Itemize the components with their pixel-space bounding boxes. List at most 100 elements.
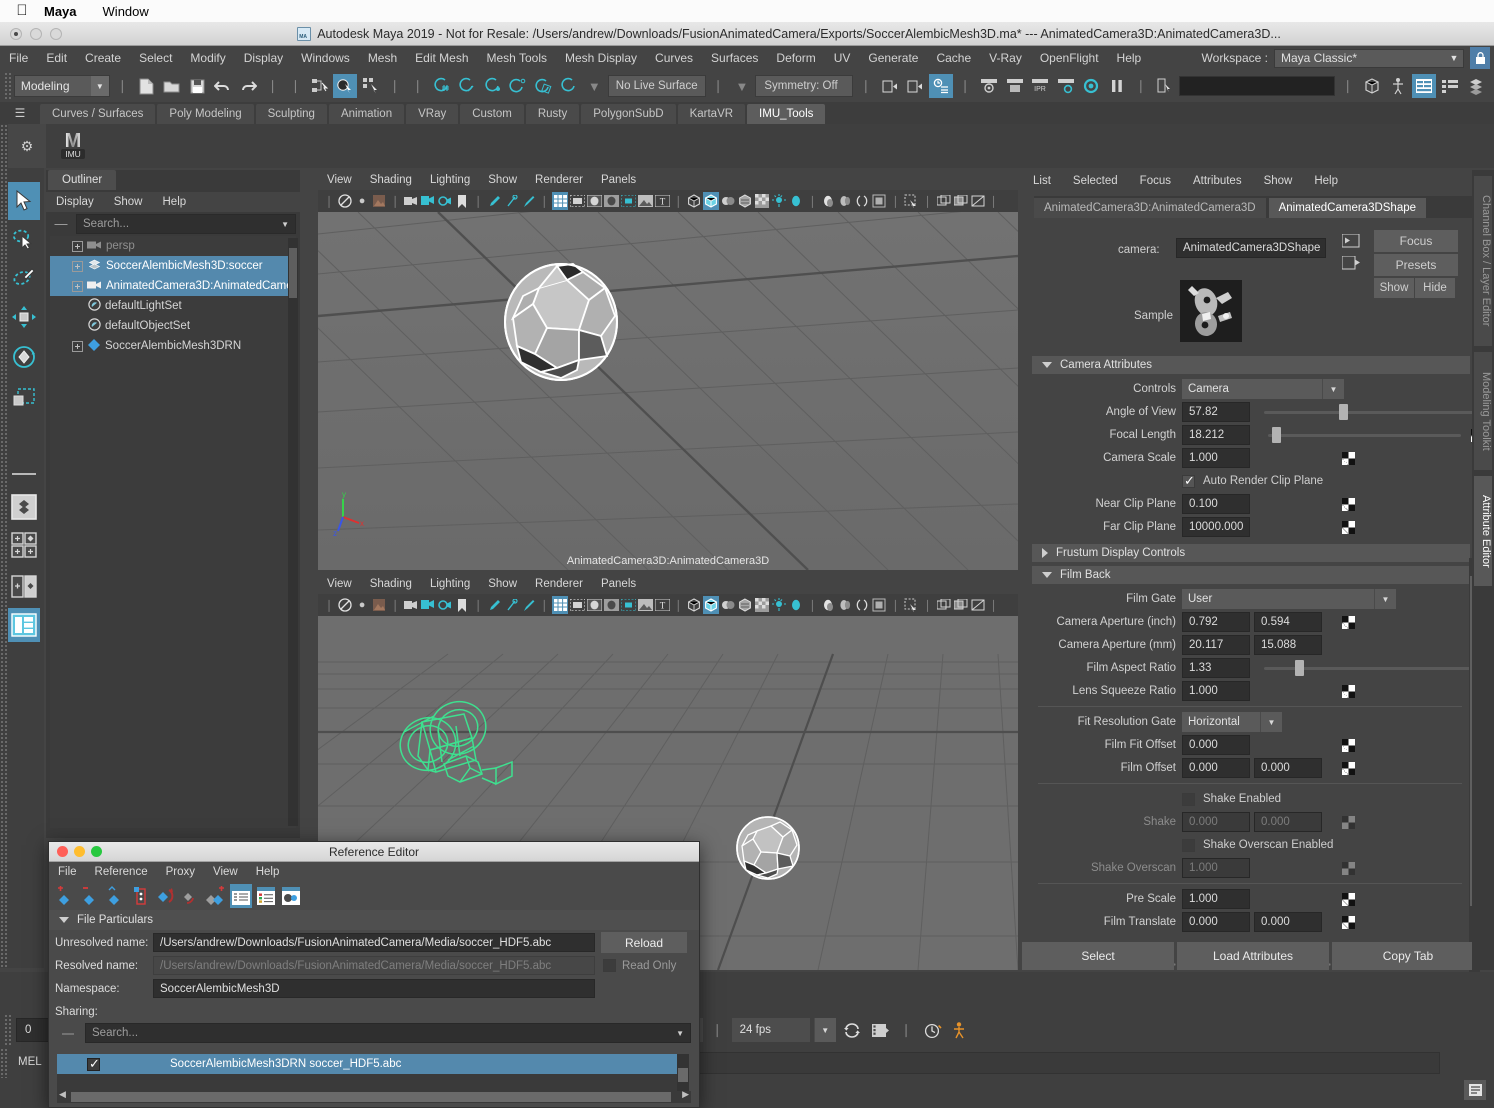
shelf-menu-icon[interactable]: ☰: [0, 102, 40, 124]
camera-toggle-icon[interactable]: [437, 596, 453, 614]
menu-windows[interactable]: Windows: [292, 46, 359, 70]
controls-select[interactable]: Camera: [1182, 379, 1322, 399]
four-pane-layout-icon[interactable]: [8, 526, 40, 564]
mac-app-name[interactable]: Maya: [44, 4, 93, 19]
make-live-icon[interactable]: [557, 74, 580, 98]
menu-edit-mesh[interactable]: Edit Mesh: [406, 46, 477, 70]
shadows-icon[interactable]: [820, 192, 836, 210]
isolate-select-icon[interactable]: [903, 192, 919, 210]
auto-keyframe-icon[interactable]: [868, 1018, 892, 1042]
menu-mesh[interactable]: Mesh: [359, 46, 406, 70]
viewport-menu-lighting[interactable]: Lighting: [421, 174, 479, 186]
bookmark-icon[interactable]: [454, 192, 470, 210]
chevron-down-icon[interactable]: ▼: [1322, 379, 1344, 399]
rotate-tool-icon[interactable]: [8, 338, 40, 376]
textured-icon[interactable]: [737, 192, 753, 210]
reload-button[interactable]: Reload: [601, 932, 687, 953]
outliner-tab[interactable]: Outliner: [48, 170, 117, 190]
outliner-persp-layout-icon[interactable]: [8, 608, 40, 642]
paint-effects-icon[interactable]: [520, 596, 536, 614]
film-translate-x-input[interactable]: 0.000: [1182, 912, 1250, 932]
outliner-item-defaultlightset[interactable]: defaultLightSet: [50, 296, 296, 316]
ipr-render-icon[interactable]: IPR: [1029, 74, 1052, 98]
pre-scale-animate-icon[interactable]: [1342, 892, 1355, 906]
viewport-menu-panels[interactable]: Panels: [592, 174, 645, 186]
ik-handle-icon[interactable]: [503, 596, 519, 614]
duplicate-reference-icon[interactable]: [205, 884, 227, 908]
menu-modify[interactable]: Modify: [181, 46, 234, 70]
bookmark-camera-icon[interactable]: [420, 192, 436, 210]
viewport-menu-lighting[interactable]: Lighting: [421, 578, 479, 590]
chevron-down-icon[interactable]: ▼: [731, 79, 754, 94]
lens-squeeze-ratio-input[interactable]: 1.000: [1182, 681, 1250, 701]
isolate-select-icon[interactable]: [903, 596, 919, 614]
ae-menu-attributes[interactable]: Attributes: [1182, 175, 1253, 187]
ae-select-button[interactable]: Select: [1022, 942, 1174, 970]
hypershade-icon[interactable]: [1079, 74, 1102, 98]
command-drag-handle[interactable]: [0, 1048, 8, 1078]
camera-aperture-mm-y-input[interactable]: 15.088: [1254, 635, 1322, 655]
file-particulars-section-header[interactable]: File Particulars: [49, 910, 699, 930]
chevron-down-icon[interactable]: ▼: [1374, 589, 1396, 609]
maximize-button[interactable]: [50, 27, 62, 40]
resolution-gate-icon[interactable]: [586, 192, 602, 210]
mac-menu-window[interactable]: Window: [93, 4, 159, 19]
menu-display[interactable]: Display: [235, 46, 292, 70]
minimize-icon[interactable]: [74, 846, 85, 857]
ambient-occlusion-icon[interactable]: [837, 192, 853, 210]
menu-cache[interactable]: Cache: [927, 46, 980, 70]
animation-settings-character-icon[interactable]: [949, 1018, 973, 1042]
shelf-tab-kartavr[interactable]: KartaVR: [677, 104, 746, 124]
reference-loaded-checkbox[interactable]: [87, 1056, 100, 1072]
reference-filter-icon[interactable]: ⎯⎯: [57, 1026, 79, 1041]
film-offset-animate-icon[interactable]: [1342, 761, 1355, 775]
panel-fullscreen-icon[interactable]: [970, 596, 986, 614]
reference-list-view-icon[interactable]: [230, 884, 252, 908]
camera-scale-input[interactable]: 1.000: [1182, 448, 1250, 468]
outliner-tree[interactable]: persp SoccerAlembicMesh3D:soccer Animate…: [50, 236, 296, 828]
list-reference-icon[interactable]: [130, 884, 152, 908]
two-pane-icon[interactable]: [403, 596, 419, 614]
film-gate-icon[interactable]: [569, 192, 585, 210]
ae-menu-show[interactable]: Show: [1253, 175, 1304, 187]
undo-icon[interactable]: [211, 74, 234, 98]
reference-proxy-view-icon[interactable]: [280, 884, 302, 908]
shadows-icon[interactable]: [820, 596, 836, 614]
near-clip-plane-input[interactable]: 0.100: [1182, 494, 1250, 514]
ik-handle-icon[interactable]: [503, 192, 519, 210]
ae-menu-list[interactable]: List: [1022, 175, 1062, 187]
paint-effects-icon[interactable]: [520, 192, 536, 210]
exposure-icon[interactable]: [637, 596, 653, 614]
range-drag-handle[interactable]: [4, 1014, 12, 1046]
film-gate-icon[interactable]: [569, 596, 585, 614]
angle-of-view-slider[interactable]: [1264, 402, 1484, 422]
film-fit-offset-input[interactable]: 0.000: [1182, 735, 1250, 755]
scroll-right-icon[interactable]: ▶: [682, 1089, 689, 1100]
menu-uv[interactable]: UV: [825, 46, 860, 70]
anti-alias-icon[interactable]: [854, 192, 870, 210]
render-settings-icon[interactable]: [1054, 74, 1077, 98]
film-offset-x-input[interactable]: 0.000: [1182, 758, 1250, 778]
grease-pencil-icon[interactable]: [486, 596, 502, 614]
focal-length-slider[interactable]: [1268, 425, 1461, 445]
chevron-down-icon[interactable]: ▼: [583, 79, 606, 94]
live-surface-field[interactable]: No Live Surface: [607, 75, 706, 97]
channel-box-toggle-icon[interactable]: [1412, 74, 1437, 98]
outliner-item-persp[interactable]: persp: [50, 236, 296, 256]
texture-checker-icon[interactable]: [754, 596, 770, 614]
scale-tool-icon[interactable]: [8, 378, 40, 416]
reference-editor-title-bar[interactable]: Reference Editor: [49, 842, 699, 862]
shelf-tab-imu-tools[interactable]: IMU_Tools: [747, 104, 826, 124]
resolution-gate-icon[interactable]: [586, 596, 602, 614]
film-translate-animate-icon[interactable]: [1342, 915, 1355, 929]
two-pane-layout-icon[interactable]: [8, 568, 40, 606]
film-offset-y-input[interactable]: 0.000: [1254, 758, 1322, 778]
menu-help[interactable]: Help: [1108, 46, 1151, 70]
animation-preferences-icon[interactable]: [921, 1018, 945, 1042]
toolbox-drag-handle[interactable]: [0, 168, 8, 968]
redo-icon[interactable]: [237, 74, 260, 98]
layer-editor-toggle-icon[interactable]: [1438, 74, 1462, 98]
shelf-tab-vray[interactable]: VRay: [406, 104, 459, 124]
outliner-item-referencenode[interactable]: SoccerAlembicMesh3DRN: [50, 336, 296, 356]
camera-attributes-icon[interactable]: ●: [354, 192, 370, 210]
